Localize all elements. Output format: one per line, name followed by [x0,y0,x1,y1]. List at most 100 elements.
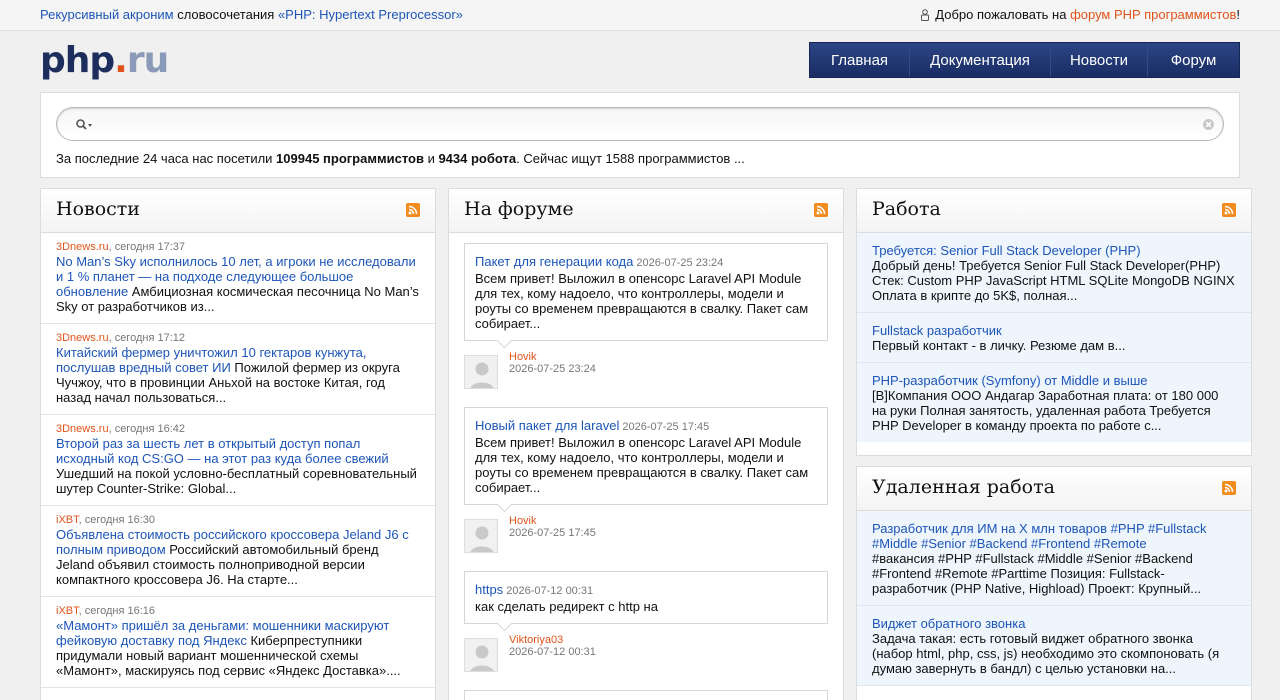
news-item: iXBT, сегодня 16:16 «Мамонт» пришёл за д… [41,597,435,688]
news-item: 3Dnews.ru, сегодня 17:37 No Man’s Sky ис… [41,233,435,324]
stats-robots: 9434 робота [438,151,517,166]
stats-prefix: За последние 24 часа нас посетили [56,151,277,166]
job-link[interactable]: PHP-разработчик (Symfony) от Middle и вы… [872,373,1148,388]
job-text: Добрый день! Требуется Senior Full Stack… [872,258,1235,303]
forum-post-text: Всем привет! Выложил в опенсорс Laravel … [475,435,809,495]
remote-title: Удаленная работа [872,476,1055,498]
news-header: Новости [41,189,435,233]
clear-icon[interactable] [1202,118,1215,131]
acronym-line: Рекурсивный акроним словосочетания «PHP:… [40,7,463,22]
avatar [464,519,498,553]
forum-author: Hovik 2026-07-25 23:24 [464,341,828,393]
top-bar: Рекурсивный акроним словосочетания «PHP:… [0,0,1280,31]
forum-author-date: 2026-07-25 23:24 [509,363,596,375]
rss-icon[interactable] [406,203,420,217]
stats-programmers: 109945 программистов [276,151,424,166]
remote-header: Удаленная работа [857,467,1251,511]
news-column: Новости 3Dnews.ru, сегодня 17:37 No Man’… [40,188,436,700]
forum-author-name[interactable]: Hovik [509,351,537,363]
forum-post-date: 2026-07-12 00:31 [503,585,594,597]
logo-dot: . [114,40,128,81]
news-meta: iXBT, сегодня 16:30 [56,514,420,527]
acronym-text: словосочетания [173,7,278,22]
forum-post-link[interactable]: Новый пакет для laravel [475,418,619,433]
search-panel: За последние 24 часа нас посетили 109945… [40,92,1240,178]
news-source: 3Dnews.ru [56,332,109,344]
job-link[interactable]: Требуется: Senior Full Stack Developer (… [872,243,1141,258]
forum-list: Пакет для генерации кода 2026-07-25 23:2… [449,233,843,700]
forum-title: На форуме [464,198,574,220]
news-time: , сегодня 17:37 [108,241,185,253]
job-link[interactable]: Fullstack разработчик [872,323,1002,338]
rss-icon[interactable] [814,203,828,217]
forum-header: На форуме [449,189,843,233]
remote-text: #вакансия #PHP #Fullstack #Middle #Senio… [872,551,1202,596]
forum-post [464,690,828,700]
forum-post: Новый пакет для laravel 2026-07-25 17:45… [464,407,828,505]
remote-link[interactable]: Разработчик для ИМ на Х млн товаров #PHP… [872,521,1207,551]
news-time: , сегодня 17:12 [108,332,185,344]
forum-author: Hovik 2026-07-25 17:45 [464,505,828,557]
forum-author: Viktoriya03 2026-07-12 00:31 [464,624,828,676]
news-time: , сегодня 16:42 [108,423,185,435]
remote-column: Удаленная работа Разработчик для ИМ на Х… [856,466,1252,700]
news-item: 3Dnews.ru, сегодня 17:12 Китайский ферме… [41,324,435,415]
forum-author-name[interactable]: Viktoriya03 [509,634,563,646]
acronym-value-link[interactable]: «PHP: Hypertext Preprocessor» [278,7,463,22]
job-item: Fullstack разработчик Первый контакт - в… [857,313,1251,363]
forum-welcome-link[interactable]: форум PHP программистов [1070,7,1236,22]
news-meta: 3Dnews.ru, сегодня 17:37 [56,241,420,254]
forum-author-name[interactable]: Hovik [509,515,537,527]
avatar [464,355,498,389]
news-source: 3Dnews.ru [56,423,109,435]
news-link[interactable]: Второй раз за шесть лет в открытый досту… [56,436,389,466]
remote-link[interactable]: Виджет обратного звонка [872,616,1025,631]
nav-docs[interactable]: Документация [910,43,1051,77]
nav-forum[interactable]: Форум [1148,43,1239,77]
remote-item: Виджет обратного звонка Задача такая: ес… [857,606,1251,686]
job-text: [B]Компания ООО Андагар Заработная плата… [872,388,1219,433]
news-source: iXBT [56,514,79,526]
job-item: PHP-разработчик (Symfony) от Middle и вы… [857,363,1251,442]
forum-post-text: как сделать редирект с http на [475,599,658,614]
logo-php: php [40,40,115,81]
news-time: , сегодня 16:30 [78,514,156,526]
main-nav: Главная Документация Новости Форум [809,42,1240,78]
news-meta: iXBT, сегодня 16:16 [56,605,420,618]
stats-and: и [423,151,439,166]
header: php.ru Главная Документация Новости Фору… [0,32,1280,92]
acronym-link[interactable]: Рекурсивный акроним [40,7,174,22]
search-field[interactable] [56,107,1224,141]
news-source: iXBT [56,605,79,617]
remote-text: Задача такая: есть готовый виджет обратн… [872,631,1220,676]
news-time: , сегодня 16:16 [78,605,156,617]
news-excerpt: Ушедший на покой условно-бесплатный соре… [56,466,417,496]
jobs-header: Работа [857,189,1251,233]
rss-icon[interactable] [1222,481,1236,495]
news-source: 3Dnews.ru [56,241,109,253]
forum-post-date: 2026-07-25 23:24 [633,257,724,269]
forum-author-date: 2026-07-25 17:45 [509,527,596,539]
job-item: Требуется: Senior Full Stack Developer (… [857,233,1251,313]
forum-post-date: 2026-07-25 17:45 [619,421,710,433]
forum-post: Пакет для генерации кода 2026-07-25 23:2… [464,243,828,341]
welcome-text: Добро пожаловать на [935,7,1071,22]
logo-ru: ru [126,40,169,81]
welcome-end: ! [1236,7,1240,22]
nav-home[interactable]: Главная [810,43,910,77]
news-item: iXBT, сегодня 16:30 Объявлена стоимость … [41,506,435,597]
forum-post: https 2026-07-12 00:31 как сделать редир… [464,571,828,624]
rss-icon[interactable] [1222,203,1236,217]
site-logo[interactable]: php.ru [40,40,169,81]
nav-news[interactable]: Новости [1051,43,1148,77]
forum-post-link[interactable]: Пакет для генерации кода [475,254,633,269]
forum-author-date: 2026-07-12 00:31 [509,646,596,658]
welcome-line: Добро пожаловать на форум PHP программис… [920,7,1240,22]
remote-item: Разработчик для ИМ на Х млн товаров #PHP… [857,511,1251,606]
stats-suffix: . Сейчас ищут 1588 программистов ... [516,151,745,166]
search-icon[interactable] [75,118,95,132]
news-meta: 3Dnews.ru, сегодня 17:12 [56,332,420,345]
avatar [464,638,498,672]
search-input[interactable] [101,114,1191,136]
forum-post-link[interactable]: https [475,582,503,597]
